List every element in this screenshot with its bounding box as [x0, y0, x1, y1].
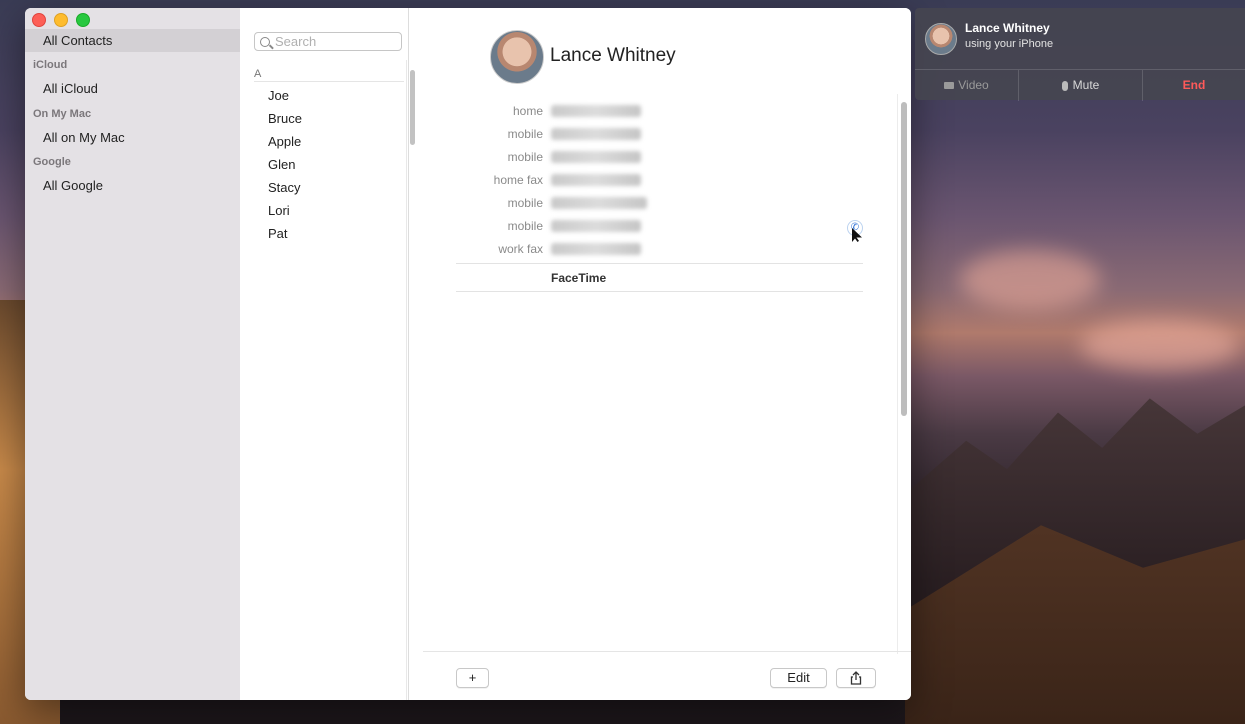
detail-toolbar: + Edit — [423, 651, 911, 700]
field-label: home fax — [493, 173, 543, 187]
list-item[interactable]: Stacy — [268, 180, 301, 195]
facetime-label[interactable]: FaceTime — [551, 271, 606, 285]
field-value-redacted[interactable] — [551, 243, 641, 255]
share-icon — [850, 671, 862, 685]
list-item[interactable]: Pat — [268, 226, 288, 241]
sidebar: All Contacts iCloud All iCloud On My Mac… — [25, 8, 241, 700]
list-item[interactable]: Bruce — [268, 111, 302, 126]
list-scroll-track — [406, 60, 407, 700]
contacts-window: All Contacts iCloud All iCloud On My Mac… — [25, 8, 911, 700]
divider — [456, 291, 863, 292]
edit-button[interactable]: Edit — [770, 668, 827, 688]
mute-label: Mute — [1072, 78, 1100, 92]
field-value-redacted[interactable] — [551, 105, 641, 117]
caller-subtitle: using your iPhone — [965, 38, 1054, 50]
list-item[interactable]: Lori — [268, 203, 290, 218]
notification-actions: Video Mute End — [915, 69, 1245, 101]
sidebar-item-all-on-my-mac[interactable]: All on My Mac — [25, 126, 240, 149]
list-item[interactable]: Joe — [268, 88, 289, 103]
detail-scrollbar[interactable] — [901, 102, 907, 416]
section-letter: A — [254, 68, 404, 82]
field-label: mobile — [507, 219, 543, 233]
search-placeholder: Search — [275, 34, 317, 49]
contact-name: Lance Whitney — [550, 45, 676, 66]
video-label: Video — [958, 78, 989, 92]
field-label: mobile — [507, 127, 543, 141]
end-call-button[interactable]: End — [1143, 70, 1245, 101]
window-controls — [32, 13, 90, 27]
minimize-button[interactable] — [54, 13, 68, 27]
sidebar-item-all-google[interactable]: All Google — [25, 174, 240, 197]
list-item[interactable]: Apple — [268, 134, 301, 149]
field-value-redacted[interactable] — [551, 220, 641, 232]
field-value-redacted[interactable] — [551, 151, 641, 163]
field-value-redacted[interactable] — [551, 197, 647, 209]
list-item[interactable]: Glen — [268, 157, 295, 172]
list-scrollbar[interactable] — [410, 70, 415, 145]
detail-scroll-track — [897, 94, 898, 654]
sidebar-group-header: On My Mac — [33, 108, 92, 120]
field-value-redacted[interactable] — [551, 128, 641, 140]
field-label: work fax — [498, 242, 543, 256]
desktop-cloud — [960, 250, 1100, 310]
share-button[interactable] — [836, 668, 876, 688]
zoom-button[interactable] — [76, 13, 90, 27]
contact-detail-pane: Lance Whitney home mobile mobile home fa… — [423, 8, 911, 700]
microphone-mute-icon — [1061, 80, 1068, 91]
search-input[interactable]: Search — [254, 32, 402, 51]
close-button[interactable] — [32, 13, 46, 27]
sidebar-item-all-icloud[interactable]: All iCloud — [25, 77, 240, 100]
video-button[interactable]: Video — [915, 70, 1019, 101]
video-camera-icon — [944, 82, 955, 90]
avatar — [490, 30, 544, 84]
sidebar-group-header: Google — [33, 156, 71, 168]
field-label: mobile — [507, 196, 543, 210]
caller-name: Lance Whitney — [965, 21, 1050, 35]
call-notification: Lance Whitney using your iPhone Video Mu… — [915, 8, 1245, 101]
add-contact-button[interactable]: + — [456, 668, 489, 688]
sidebar-group-header: iCloud — [33, 59, 68, 71]
contacts-list-pane: Search A Joe Bruce Apple Glen Stacy Lori… — [240, 8, 415, 700]
field-label: home — [512, 104, 543, 118]
sidebar-item-all-contacts[interactable]: All Contacts — [25, 29, 240, 52]
caller-avatar — [925, 23, 957, 55]
mute-button[interactable]: Mute — [1019, 70, 1143, 101]
field-value-redacted[interactable] — [551, 174, 641, 186]
desktop-cloud — [1080, 320, 1240, 370]
search-icon — [260, 37, 270, 47]
field-label: mobile — [507, 150, 543, 164]
divider — [456, 263, 863, 264]
